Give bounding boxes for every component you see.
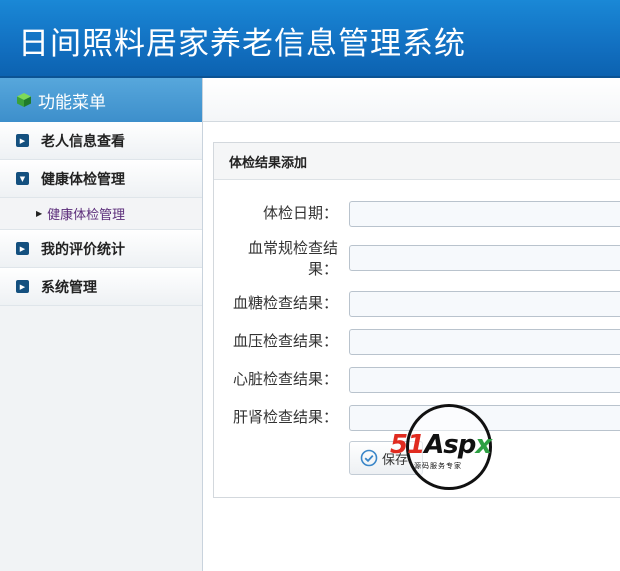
sidebar-item-label: 老人信息查看 (41, 133, 125, 150)
sidebar-item-health-check[interactable]: ▼ 健康体检管理 (0, 160, 202, 198)
panel-title: 体检结果添加 (214, 143, 620, 180)
app-title: 日间照料居家养老信息管理系统 (18, 26, 466, 62)
main-topbar (203, 78, 620, 122)
sidebar-item-label: 系统管理 (41, 279, 97, 296)
sidebar-item-label: 我的评价统计 (41, 241, 125, 258)
heart-input[interactable] (349, 367, 620, 393)
expand-right-icon: ▶ (16, 134, 29, 147)
sidebar-menu-title: 功能菜单 (38, 92, 106, 113)
blood-pressure-label: 血压检查结果： (232, 332, 338, 350)
sidebar-item-label: 健康体检管理 (41, 171, 125, 188)
sidebar: 功能菜单 ▶ 老人信息查看 ▼ 健康体检管理 ▶ 健康体检管理 ▶ 我的评价统计… (0, 78, 203, 571)
submenu-item-label: 健康体检管理 (47, 208, 126, 223)
liver-kidney-label: 肝肾检查结果： (232, 408, 338, 426)
exam-date-input[interactable] (349, 201, 620, 227)
heart-label: 心脏检查结果： (232, 370, 338, 388)
collapse-down-icon: ▼ (16, 172, 29, 185)
check-circle-icon (360, 449, 378, 467)
blood-sugar-input[interactable] (349, 291, 620, 317)
blood-pressure-input[interactable] (349, 329, 620, 355)
expand-right-icon: ▶ (16, 242, 29, 255)
sidebar-menu-header: 功能菜单 (0, 78, 202, 122)
bullet-arrow-icon: ▶ (36, 209, 43, 218)
sidebar-item-elder-info[interactable]: ▶ 老人信息查看 (0, 122, 202, 160)
blood-routine-input[interactable] (349, 245, 620, 271)
submenu-item-health-check[interactable]: ▶ 健康体检管理 (0, 198, 202, 230)
main-content: 体检结果添加 体检日期： 血常规检查结果： 血糖检查结果： 血压检查结果： 心脏… (203, 78, 620, 571)
cube-icon (17, 93, 31, 107)
app-header: 日间照料居家养老信息管理系统 (0, 0, 620, 78)
watermark-slogan: 源码服务专家 (414, 462, 462, 470)
watermark-brand: 51Aspx (390, 430, 492, 460)
expand-right-icon: ▶ (16, 280, 29, 293)
sidebar-item-system[interactable]: ▶ 系统管理 (0, 268, 202, 306)
watermark-logo: 51Aspx 源码服务专家 (390, 404, 512, 494)
blood-routine-label: 血常规检查结果： (247, 239, 338, 278)
exam-date-label: 体检日期： (262, 204, 338, 222)
blood-sugar-label: 血糖检查结果： (232, 294, 338, 312)
sidebar-item-my-ratings[interactable]: ▶ 我的评价统计 (0, 230, 202, 268)
